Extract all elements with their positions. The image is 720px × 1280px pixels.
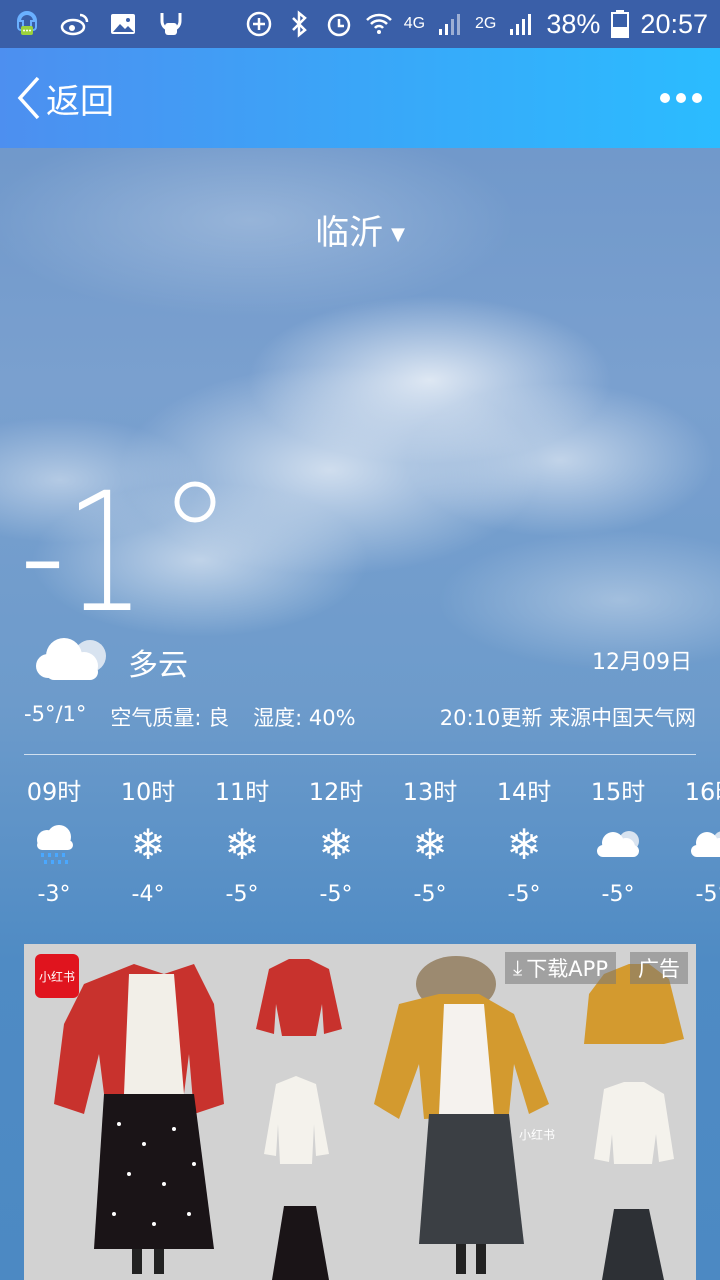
hourly-item: 10时 ❄ -4°	[101, 770, 195, 907]
battery-percent: 38%	[546, 8, 601, 39]
cloud-icon	[597, 831, 639, 857]
chevron-left-icon	[17, 76, 40, 120]
temperature-value: -1	[20, 457, 145, 630]
hour-temp: -5°	[413, 882, 447, 907]
hourly-item: 16时 -5°	[665, 770, 720, 907]
hourly-item: 09时 -3°	[7, 770, 101, 907]
hour-temp: -5°	[225, 882, 259, 907]
ad-watermark: 小红书	[519, 1128, 556, 1142]
hour-label: 10时	[120, 778, 176, 806]
hour-temp: -5°	[601, 882, 635, 907]
app-icon	[160, 13, 182, 35]
more-menu-button[interactable]	[660, 93, 702, 103]
more-dot-icon	[676, 93, 686, 103]
hourly-item: 14时 ❄ -5°	[477, 770, 571, 907]
hour-temp: -5°	[507, 882, 541, 907]
hour-label: 09时	[26, 778, 82, 806]
hour-label: 13时	[402, 778, 458, 806]
condition-text: 多云	[128, 648, 188, 683]
snowflake-icon: ❄	[506, 820, 542, 869]
download-app-label: 下载APP	[526, 957, 608, 981]
hourly-item: 12时 ❄ -5°	[289, 770, 383, 907]
degree-symbol	[174, 481, 216, 523]
hour-temp: -5°	[695, 882, 720, 907]
hour-label: 11时	[214, 778, 270, 806]
more-dot-icon	[660, 93, 670, 103]
snowflake-icon: ❄	[412, 820, 448, 869]
back-label: 返回	[46, 81, 114, 122]
hour-temp: -4°	[131, 882, 165, 907]
hourly-item: 13时 ❄ -5°	[383, 770, 477, 907]
download-app-button[interactable]: ⤓ 下载APP	[505, 952, 616, 984]
download-icon: ⤓	[513, 955, 523, 980]
hour-label: 16时	[684, 778, 720, 806]
back-button[interactable]: 返回	[16, 74, 114, 123]
gallery-icon	[111, 14, 135, 34]
weibo-icon	[60, 13, 89, 36]
ad-banner[interactable]: 小红书 ⤓ 下载APP 广告 小红书	[24, 944, 696, 1280]
hourly-item: 11时 ❄ -5°	[195, 770, 289, 907]
cloud-icon	[36, 638, 106, 680]
clock: 20:57	[640, 8, 708, 39]
nav-bar: 返回	[0, 48, 720, 148]
hour-temp: -5°	[319, 882, 353, 907]
divider	[24, 754, 696, 755]
hourly-forecast[interactable]: 09时 -3° 10时 ❄ -4° 11时 ❄ -5° 12时 ❄ -5° 13…	[0, 770, 720, 920]
status-bar: 4G 2G 38% 20:57	[0, 0, 720, 48]
hour-label: 15时	[590, 778, 646, 806]
city-selector[interactable]: 临沂 ▼	[0, 205, 720, 254]
data-saver-icon	[246, 11, 271, 37]
signal-icon	[510, 14, 532, 35]
more-dot-icon	[692, 93, 702, 103]
air-quality: 空气质量: 良	[110, 706, 230, 730]
battery-icon	[611, 10, 630, 38]
dropdown-caret-icon: ▼	[391, 224, 405, 245]
network-2g-label: 2G	[475, 15, 497, 32]
chat-bot-icon	[17, 10, 37, 35]
signal-icon	[439, 14, 461, 35]
city-name: 临沂	[315, 213, 384, 253]
cloud-icon	[691, 831, 720, 857]
hourly-item: 15时 -5°	[571, 770, 665, 907]
snowflake-icon: ❄	[224, 820, 260, 869]
snowflake-icon: ❄	[130, 820, 166, 869]
snowflake-icon: ❄	[318, 820, 354, 869]
info-row: -5°/1° 空气质量: 良 湿度: 40% 20:10更新 来源中国天气网	[24, 702, 696, 732]
hour-temp: -3°	[37, 882, 71, 907]
xiaohongshu-logo: 小红书	[35, 954, 79, 998]
condition-row: 多云 12月09日	[32, 630, 692, 690]
hour-label: 14时	[496, 778, 552, 806]
ad-clothing-image	[54, 956, 684, 1280]
network-4g-label: 4G	[403, 15, 426, 32]
wifi-icon	[365, 13, 392, 34]
date-text: 12月09日	[592, 650, 692, 675]
alarm-icon	[327, 13, 350, 37]
rain-cloud-icon	[37, 825, 73, 864]
ad-label: 广告	[630, 952, 688, 984]
hour-label: 12时	[308, 778, 364, 806]
temp-range: -5°/1°	[24, 702, 87, 726]
update-source: 20:10更新 来源中国天气网	[439, 706, 696, 730]
humidity: 湿度: 40%	[253, 706, 356, 730]
current-temperature: -1	[20, 457, 216, 630]
bluetooth-icon	[291, 10, 307, 38]
